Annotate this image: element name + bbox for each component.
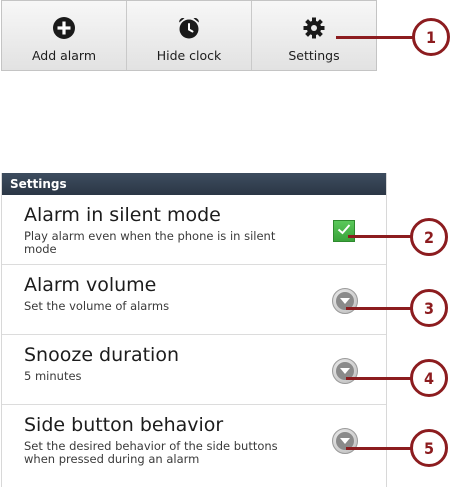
callout-4: 4 bbox=[410, 359, 448, 397]
setting-subtitle: Play alarm even when the phone is in sil… bbox=[24, 229, 276, 256]
callout-5: 5 bbox=[410, 429, 448, 467]
setting-subtitle: 5 minutes bbox=[24, 369, 82, 383]
setting-title: Alarm in silent mode bbox=[24, 204, 221, 226]
callout-4-leader bbox=[346, 377, 414, 380]
setting-title: Snooze duration bbox=[24, 344, 180, 366]
add-alarm-button[interactable]: Add alarm bbox=[2, 1, 126, 70]
setting-subtitle: Set the desired behavior of the side but… bbox=[24, 439, 278, 466]
options-menu-bar: Add alarm Hide clock Settings bbox=[1, 0, 377, 71]
callout-2-leader bbox=[348, 235, 414, 238]
callout-1: 1 bbox=[412, 18, 450, 56]
setting-side-button-behavior[interactable]: Side button behavior Set the desired beh… bbox=[2, 405, 386, 475]
callout-1-leader bbox=[336, 36, 416, 39]
plus-circle-icon bbox=[52, 16, 76, 40]
setting-title: Alarm volume bbox=[24, 274, 157, 296]
settings-panel: Settings Alarm in silent mode Play alarm… bbox=[1, 173, 387, 487]
alarm-volume-dropdown[interactable] bbox=[332, 288, 358, 314]
callout-3: 3 bbox=[410, 289, 448, 327]
setting-alarm-silent-mode[interactable]: Alarm in silent mode Play alarm even whe… bbox=[2, 195, 386, 265]
add-alarm-label: Add alarm bbox=[31, 48, 97, 63]
setting-subtitle: Set the volume of alarms bbox=[24, 299, 170, 313]
callout-2: 2 bbox=[410, 218, 448, 256]
callout-3-leader bbox=[346, 307, 414, 310]
alarm-clock-icon bbox=[177, 16, 201, 40]
callout-5-leader bbox=[346, 447, 414, 450]
side-button-behavior-dropdown[interactable] bbox=[332, 428, 358, 454]
setting-alarm-volume[interactable]: Alarm volume Set the volume of alarms bbox=[2, 265, 386, 335]
hide-clock-button[interactable]: Hide clock bbox=[126, 1, 251, 70]
gear-icon bbox=[302, 16, 326, 40]
hide-clock-label: Hide clock bbox=[156, 48, 222, 63]
silent-mode-checkbox[interactable] bbox=[333, 220, 355, 242]
checkmark-icon bbox=[336, 221, 352, 241]
setting-snooze-duration[interactable]: Snooze duration 5 minutes bbox=[2, 335, 386, 405]
settings-label: Settings bbox=[288, 48, 340, 63]
setting-title: Side button behavior bbox=[24, 414, 224, 436]
snooze-duration-dropdown[interactable] bbox=[332, 358, 358, 384]
settings-header: Settings bbox=[2, 173, 386, 195]
